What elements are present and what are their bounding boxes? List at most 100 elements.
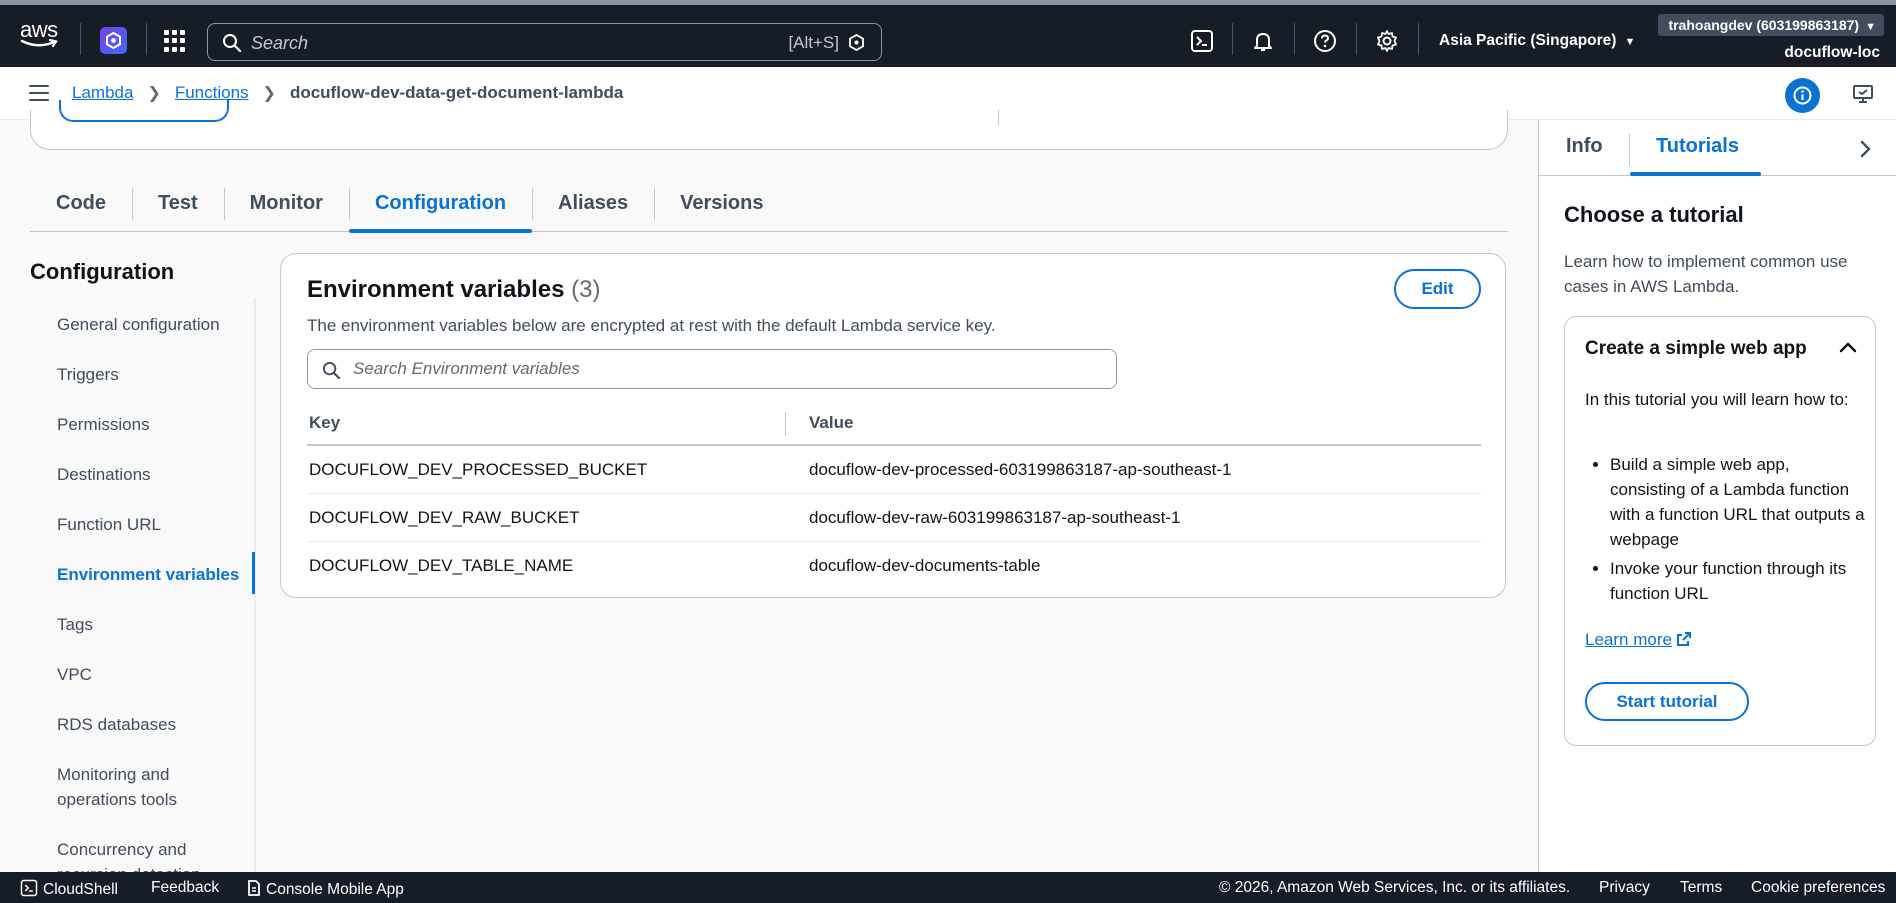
search-placeholder: Search	[251, 33, 309, 53]
menu-icon[interactable]	[29, 85, 49, 106]
nav-environment-variables[interactable]: Environment variables	[57, 562, 239, 587]
tab-code[interactable]: Code	[30, 180, 132, 232]
footer-feedback[interactable]: Feedback	[151, 879, 219, 897]
column-value: Value	[809, 413, 854, 432]
footer-cloudshell-label: CloudShell	[43, 881, 118, 898]
info-icon	[1793, 86, 1812, 105]
region-selector[interactable]: Asia Pacific (Singapore) ▼	[1439, 32, 1635, 50]
apps-grid-icon[interactable]	[164, 30, 186, 52]
env-search-placeholder: Search Environment variables	[353, 359, 580, 378]
function-overview-button[interactable]	[59, 100, 229, 122]
chevron-right-icon: ❯	[262, 85, 276, 102]
tab-configuration[interactable]: Configuration	[348, 180, 533, 233]
chevron-up-icon[interactable]	[1839, 341, 1857, 353]
nav-divider	[1232, 23, 1233, 55]
nav-divider	[1294, 23, 1295, 55]
gear-icon[interactable]	[1375, 29, 1399, 53]
footer-privacy[interactable]: Privacy	[1599, 879, 1650, 897]
active-indicator	[252, 552, 255, 594]
nav-triggers[interactable]: Triggers	[57, 362, 119, 387]
help-description: Learn how to implement common use cases …	[1564, 252, 1848, 296]
cloudshell-icon[interactable]	[1190, 29, 1214, 53]
row-key: DOCUFLOW_DEV_RAW_BUCKET	[309, 508, 580, 527]
tab-test[interactable]: Test	[132, 180, 224, 232]
env-title: Environment variables (3)	[307, 276, 600, 304]
nav-destinations[interactable]: Destinations	[57, 462, 151, 487]
footer-copyright: © 2026, Amazon Web Services, Inc. or its…	[1219, 879, 1571, 896]
account-menu[interactable]: trahoangdev (603199863187) ▼	[1658, 14, 1884, 36]
list-item: Invoke your function through its functio…	[1610, 556, 1865, 606]
active-tab-indicator	[1630, 172, 1761, 176]
aws-logo[interactable]: aws	[20, 19, 62, 49]
edit-button[interactable]: Edit	[1394, 269, 1481, 309]
footer-cloudshell[interactable]: CloudShell	[20, 879, 118, 899]
row-value: docuflow-dev-documents-table	[809, 556, 1041, 575]
list-item: Build a simple web app, consisting of a …	[1610, 452, 1865, 552]
env-count: (3)	[571, 276, 601, 303]
help-icon[interactable]	[1313, 29, 1337, 53]
subaccount-label: docuflow-loc	[1784, 44, 1880, 61]
global-search-input[interactable]: Search [Alt+S]	[207, 23, 882, 61]
environment-variables-card: Environment variables (3) Edit The envir…	[280, 253, 1506, 598]
row-key: DOCUFLOW_DEV_TABLE_NAME	[309, 556, 574, 575]
info-panel-toggle[interactable]	[1785, 78, 1820, 113]
table-row: DOCUFLOW_DEV_PROCESSED_BUCKET docuflow-d…	[307, 446, 1481, 494]
nav-divider	[1418, 23, 1419, 55]
help-tab-tutorials[interactable]: Tutorials	[1656, 135, 1739, 158]
top-navigation: aws Search [Alt+S] Asia Pacific (Singapo…	[0, 0, 1896, 67]
nav-vpc[interactable]: VPC	[57, 662, 92, 687]
footer: CloudShell Feedback Console Mobile App ©…	[0, 872, 1896, 903]
nav-divider	[1356, 23, 1357, 55]
search-icon	[322, 361, 341, 380]
external-link-icon	[1676, 632, 1691, 646]
tab-divider	[1629, 134, 1630, 166]
column-key: Key	[309, 413, 341, 432]
help-tabs: Info Tutorials	[1539, 120, 1896, 176]
tutorial-card: Create a simple web app In this tutorial…	[1564, 316, 1876, 746]
tab-aliases[interactable]: Aliases	[532, 180, 654, 232]
env-table: Key Value DOCUFLOW_DEV_PROCESSED_BUCKET …	[307, 404, 1481, 590]
configuration-nav: General configuration Triggers Permissio…	[30, 298, 256, 884]
footer-mobile-app-label: Console Mobile App	[266, 881, 404, 898]
amazon-q-icon[interactable]	[100, 27, 127, 54]
row-value: docuflow-dev-raw-603199863187-ap-southea…	[809, 508, 1181, 527]
nav-tags[interactable]: Tags	[57, 612, 93, 637]
caret-down-icon: ▼	[1865, 21, 1876, 33]
nav-permissions[interactable]: Permissions	[57, 412, 150, 437]
nav-rds-databases[interactable]: RDS databases	[57, 712, 176, 737]
nav-divider	[80, 23, 81, 55]
footer-terms[interactable]: Terms	[1680, 879, 1722, 897]
nav-general-configuration[interactable]: General configuration	[57, 312, 220, 337]
footer-cookie-preferences[interactable]: Cookie preferences	[1751, 879, 1885, 897]
caret-down-icon: ▼	[1624, 36, 1636, 48]
help-tab-info[interactable]: Info	[1566, 135, 1603, 158]
card-divider	[998, 110, 999, 125]
feedback-icon[interactable]	[1852, 83, 1874, 105]
start-tutorial-button[interactable]: Start tutorial	[1585, 682, 1749, 721]
env-search-input[interactable]: Search Environment variables	[307, 349, 1117, 389]
configuration-title: Configuration	[30, 259, 175, 284]
function-overview-card	[30, 100, 1508, 150]
account-label: trahoangdev (603199863187)	[1668, 17, 1860, 33]
nav-function-url[interactable]: Function URL	[57, 512, 161, 537]
column-divider	[785, 412, 786, 436]
tab-monitor[interactable]: Monitor	[223, 180, 349, 232]
tutorial-title[interactable]: Create a simple web app	[1585, 338, 1807, 360]
env-description: The environment variables below are encr…	[307, 316, 996, 335]
aws-logo-text: aws	[20, 17, 58, 42]
learn-more-link[interactable]: Learn more	[1585, 630, 1692, 650]
nav-monitoring-tools[interactable]: Monitoring and operations tools	[57, 762, 237, 812]
nav-divider	[146, 23, 147, 55]
learn-more-text: Learn more	[1585, 630, 1672, 649]
row-value: docuflow-dev-processed-603199863187-ap-s…	[809, 460, 1232, 479]
breadcrumb-current: docuflow-dev-data-get-document-lambda	[289, 83, 624, 102]
footer-mobile-app[interactable]: Console Mobile App	[247, 879, 404, 899]
table-row: DOCUFLOW_DEV_RAW_BUCKET docuflow-dev-raw…	[307, 494, 1481, 542]
search-icon	[223, 34, 242, 53]
function-tabs: Code Test Monitor Configuration Aliases …	[30, 180, 1508, 233]
tab-versions[interactable]: Versions	[654, 180, 789, 232]
region-label: Asia Pacific (Singapore)	[1439, 32, 1617, 49]
bell-icon[interactable]	[1251, 29, 1275, 53]
cloudshell-icon	[20, 879, 38, 897]
chevron-right-icon[interactable]	[1859, 140, 1873, 158]
